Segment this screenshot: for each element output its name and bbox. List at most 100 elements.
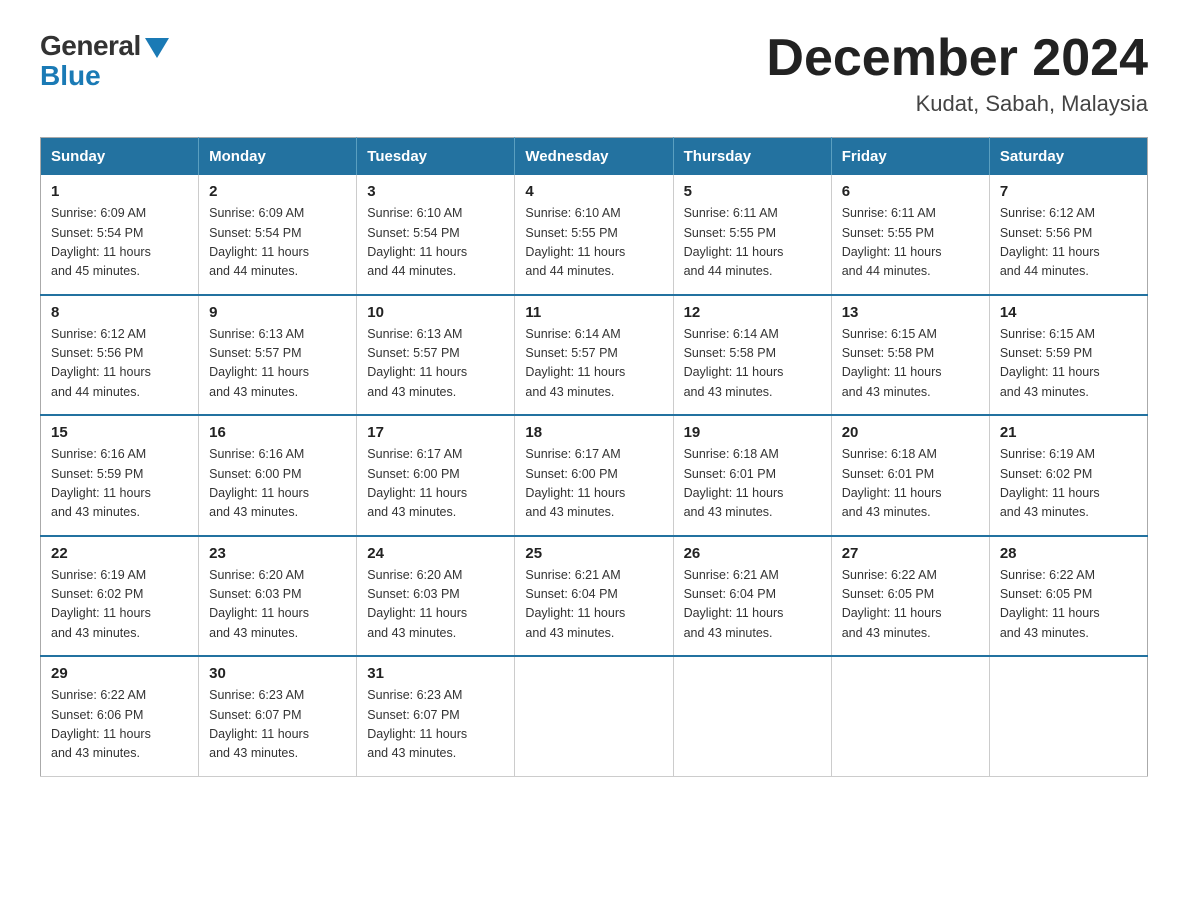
day-number: 26 xyxy=(684,545,821,562)
calendar-table: SundayMondayTuesdayWednesdayThursdayFrid… xyxy=(40,137,1148,777)
day-info: Sunrise: 6:17 AMSunset: 6:00 PMDaylight:… xyxy=(525,445,662,523)
day-number: 16 xyxy=(209,424,346,441)
calendar-cell: 12 Sunrise: 6:14 AMSunset: 5:58 PMDayligh… xyxy=(673,295,831,416)
calendar-cell: 15 Sunrise: 6:16 AMSunset: 5:59 PMDayligh… xyxy=(41,415,199,536)
calendar-cell: 20 Sunrise: 6:18 AMSunset: 6:01 PMDayligh… xyxy=(831,415,989,536)
calendar-cell: 19Sunrise: 6:18 AMSunset: 6:01 PMDayligh… xyxy=(673,415,831,536)
day-number: 3 xyxy=(367,183,504,200)
day-info: Sunrise: 6:18 AMSunset: 6:01 PMDaylight:… xyxy=(684,445,821,523)
day-header-thursday: Thursday xyxy=(673,138,831,176)
day-header-monday: Monday xyxy=(199,138,357,176)
title-block: December 2024 Kudat, Sabah, Malaysia xyxy=(766,30,1148,117)
day-number: 11 xyxy=(525,304,662,321)
calendar-week-row: 1 Sunrise: 6:09 AMSunset: 5:54 PMDaylight… xyxy=(41,175,1148,295)
day-number: 5 xyxy=(684,183,821,200)
calendar-week-row: 22Sunrise: 6:19 AMSunset: 6:02 PMDayligh… xyxy=(41,536,1148,657)
day-number: 1 xyxy=(51,183,188,200)
calendar-cell: 7 Sunrise: 6:12 AMSunset: 5:56 PMDaylight… xyxy=(989,175,1147,295)
calendar-cell xyxy=(673,656,831,776)
calendar-cell: 14 Sunrise: 6:15 AMSunset: 5:59 PMDayligh… xyxy=(989,295,1147,416)
calendar-cell: 26 Sunrise: 6:21 AMSunset: 6:04 PMDayligh… xyxy=(673,536,831,657)
day-info: Sunrise: 6:23 AMSunset: 6:07 PMDaylight:… xyxy=(367,686,504,764)
day-info: Sunrise: 6:12 AMSunset: 5:56 PMDaylight:… xyxy=(51,325,188,403)
day-number: 9 xyxy=(209,304,346,321)
day-header-tuesday: Tuesday xyxy=(357,138,515,176)
calendar-cell: 29Sunrise: 6:22 AMSunset: 6:06 PMDayligh… xyxy=(41,656,199,776)
day-info: Sunrise: 6:19 AMSunset: 6:02 PMDaylight:… xyxy=(1000,445,1137,523)
calendar-cell: 23Sunrise: 6:20 AMSunset: 6:03 PMDayligh… xyxy=(199,536,357,657)
calendar-cell: 17 Sunrise: 6:17 AMSunset: 6:00 PMDayligh… xyxy=(357,415,515,536)
day-number: 2 xyxy=(209,183,346,200)
calendar-cell xyxy=(831,656,989,776)
day-info: Sunrise: 6:16 AMSunset: 6:00 PMDaylight:… xyxy=(209,445,346,523)
day-info: Sunrise: 6:11 AMSunset: 5:55 PMDaylight:… xyxy=(842,204,979,282)
calendar-cell: 30 Sunrise: 6:23 AMSunset: 6:07 PMDayligh… xyxy=(199,656,357,776)
day-number: 7 xyxy=(1000,183,1137,200)
day-info: Sunrise: 6:16 AMSunset: 5:59 PMDaylight:… xyxy=(51,445,188,523)
day-header-wednesday: Wednesday xyxy=(515,138,673,176)
day-number: 8 xyxy=(51,304,188,321)
calendar-cell: 28Sunrise: 6:22 AMSunset: 6:05 PMDayligh… xyxy=(989,536,1147,657)
day-number: 4 xyxy=(525,183,662,200)
day-info: Sunrise: 6:23 AMSunset: 6:07 PMDaylight:… xyxy=(209,686,346,764)
day-number: 13 xyxy=(842,304,979,321)
day-info: Sunrise: 6:13 AMSunset: 5:57 PMDaylight:… xyxy=(209,325,346,403)
location: Kudat, Sabah, Malaysia xyxy=(766,91,1148,117)
calendar-week-row: 29Sunrise: 6:22 AMSunset: 6:06 PMDayligh… xyxy=(41,656,1148,776)
day-info: Sunrise: 6:15 AMSunset: 5:59 PMDaylight:… xyxy=(1000,325,1137,403)
day-number: 6 xyxy=(842,183,979,200)
day-number: 22 xyxy=(51,545,188,562)
calendar-cell: 25Sunrise: 6:21 AMSunset: 6:04 PMDayligh… xyxy=(515,536,673,657)
day-number: 17 xyxy=(367,424,504,441)
calendar-cell: 27Sunrise: 6:22 AMSunset: 6:05 PMDayligh… xyxy=(831,536,989,657)
calendar-cell: 16 Sunrise: 6:16 AMSunset: 6:00 PMDayligh… xyxy=(199,415,357,536)
calendar-week-row: 15 Sunrise: 6:16 AMSunset: 5:59 PMDayligh… xyxy=(41,415,1148,536)
day-info: Sunrise: 6:14 AMSunset: 5:57 PMDaylight:… xyxy=(525,325,662,403)
day-info: Sunrise: 6:20 AMSunset: 6:03 PMDaylight:… xyxy=(367,566,504,644)
calendar-cell: 8 Sunrise: 6:12 AMSunset: 5:56 PMDaylight… xyxy=(41,295,199,416)
day-number: 10 xyxy=(367,304,504,321)
calendar-cell: 2 Sunrise: 6:09 AMSunset: 5:54 PMDaylight… xyxy=(199,175,357,295)
logo-arrow-icon xyxy=(145,38,169,58)
day-number: 15 xyxy=(51,424,188,441)
day-info: Sunrise: 6:20 AMSunset: 6:03 PMDaylight:… xyxy=(209,566,346,644)
day-number: 24 xyxy=(367,545,504,562)
calendar-cell xyxy=(989,656,1147,776)
calendar-cell: 10 Sunrise: 6:13 AMSunset: 5:57 PMDayligh… xyxy=(357,295,515,416)
calendar-cell: 11 Sunrise: 6:14 AMSunset: 5:57 PMDayligh… xyxy=(515,295,673,416)
day-info: Sunrise: 6:21 AMSunset: 6:04 PMDaylight:… xyxy=(525,566,662,644)
logo-top: General xyxy=(40,30,169,62)
day-header-saturday: Saturday xyxy=(989,138,1147,176)
day-info: Sunrise: 6:21 AMSunset: 6:04 PMDaylight:… xyxy=(684,566,821,644)
month-title: December 2024 xyxy=(766,30,1148,87)
calendar-cell: 13 Sunrise: 6:15 AMSunset: 5:58 PMDayligh… xyxy=(831,295,989,416)
day-number: 14 xyxy=(1000,304,1137,321)
calendar-cell: 22Sunrise: 6:19 AMSunset: 6:02 PMDayligh… xyxy=(41,536,199,657)
calendar-cell: 18 Sunrise: 6:17 AMSunset: 6:00 PMDayligh… xyxy=(515,415,673,536)
logo-blue-text: Blue xyxy=(40,60,101,92)
day-info: Sunrise: 6:13 AMSunset: 5:57 PMDaylight:… xyxy=(367,325,504,403)
calendar-cell: 24 Sunrise: 6:20 AMSunset: 6:03 PMDayligh… xyxy=(357,536,515,657)
day-info: Sunrise: 6:09 AMSunset: 5:54 PMDaylight:… xyxy=(209,204,346,282)
calendar-cell: 5 Sunrise: 6:11 AMSunset: 5:55 PMDaylight… xyxy=(673,175,831,295)
calendar-cell: 1Sunrise: 6:09 AMSunset: 5:54 PMDaylight… xyxy=(41,175,199,295)
day-info: Sunrise: 6:14 AMSunset: 5:58 PMDaylight:… xyxy=(684,325,821,403)
calendar-cell: 4 Sunrise: 6:10 AMSunset: 5:55 PMDaylight… xyxy=(515,175,673,295)
day-number: 30 xyxy=(209,665,346,682)
day-info: Sunrise: 6:18 AMSunset: 6:01 PMDaylight:… xyxy=(842,445,979,523)
day-number: 12 xyxy=(684,304,821,321)
day-info: Sunrise: 6:22 AMSunset: 6:05 PMDaylight:… xyxy=(1000,566,1137,644)
day-info: Sunrise: 6:22 AMSunset: 6:05 PMDaylight:… xyxy=(842,566,979,644)
day-info: Sunrise: 6:11 AMSunset: 5:55 PMDaylight:… xyxy=(684,204,821,282)
calendar-header-row: SundayMondayTuesdayWednesdayThursdayFrid… xyxy=(41,138,1148,176)
calendar-cell: 3Sunrise: 6:10 AMSunset: 5:54 PMDaylight… xyxy=(357,175,515,295)
logo: General Blue xyxy=(40,30,169,92)
day-number: 20 xyxy=(842,424,979,441)
calendar-cell: 21 Sunrise: 6:19 AMSunset: 6:02 PMDayligh… xyxy=(989,415,1147,536)
day-info: Sunrise: 6:10 AMSunset: 5:55 PMDaylight:… xyxy=(525,204,662,282)
day-number: 18 xyxy=(525,424,662,441)
day-info: Sunrise: 6:15 AMSunset: 5:58 PMDaylight:… xyxy=(842,325,979,403)
day-number: 21 xyxy=(1000,424,1137,441)
day-info: Sunrise: 6:12 AMSunset: 5:56 PMDaylight:… xyxy=(1000,204,1137,282)
day-info: Sunrise: 6:17 AMSunset: 6:00 PMDaylight:… xyxy=(367,445,504,523)
